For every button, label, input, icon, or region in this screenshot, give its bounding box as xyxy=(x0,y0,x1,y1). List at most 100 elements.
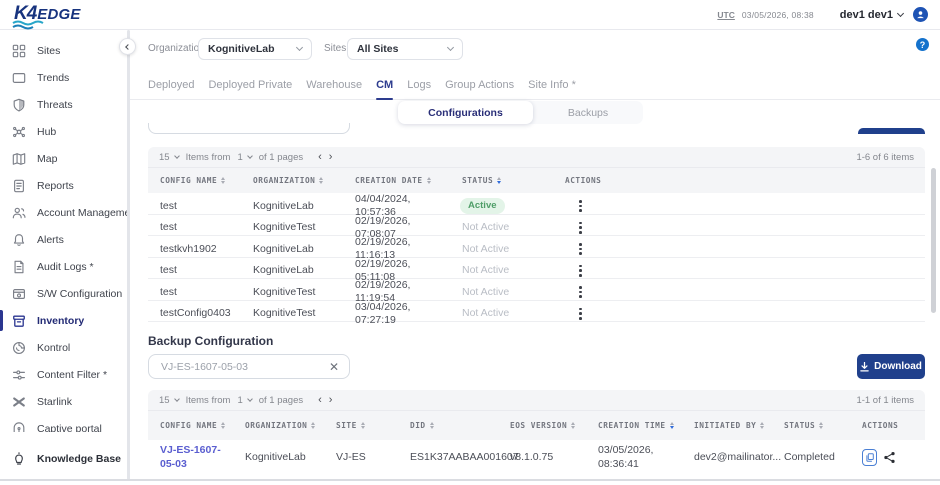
tab-deployed[interactable]: Deployed xyxy=(148,70,194,100)
copy-icon xyxy=(866,453,874,462)
chevron-down-icon xyxy=(247,153,253,159)
sidebar-item-label: Trends xyxy=(37,72,69,84)
cell-site: VJ-ES xyxy=(324,451,398,464)
sidebar-item-alerts[interactable]: Alerts xyxy=(0,226,127,253)
table-row[interactable]: VJ-ES-1607-05-03 KognitiveLab VJ-ES ES1K… xyxy=(148,440,925,475)
backup-search-input[interactable]: VJ-ES-1607-05-03 ✕ xyxy=(148,354,350,379)
row-actions-kebab-icon[interactable] xyxy=(579,308,582,320)
sort-icon xyxy=(427,177,431,185)
table-row[interactable]: test KognitiveTest 02/19/2026, 11:19:54 … xyxy=(148,279,925,301)
column-header-did[interactable]: DID xyxy=(398,421,498,430)
sort-icon xyxy=(319,177,323,185)
subtab-configurations[interactable]: Configurations xyxy=(398,101,533,124)
shield-icon xyxy=(11,97,26,112)
cell-config-name: testConfig0403 xyxy=(148,307,241,320)
tab-deployed-private[interactable]: Deployed Private xyxy=(208,70,292,100)
download-button[interactable]: Download xyxy=(857,354,925,379)
utc-toggle[interactable]: UTC xyxy=(717,10,734,20)
table-row[interactable]: test KognitiveLab 04/04/2024, 10:57:36 A… xyxy=(148,193,925,215)
config-name-link[interactable]: VJ-ES-1607-05-03 xyxy=(160,444,221,469)
page-size-select[interactable]: 15 xyxy=(159,395,179,406)
tab-warehouse[interactable]: Warehouse xyxy=(306,70,362,100)
cell-config-name: test xyxy=(148,264,241,277)
sites-value: All Sites xyxy=(357,43,398,55)
page-select[interactable]: 1 xyxy=(237,395,251,406)
sidebar-item-hub[interactable]: Hub xyxy=(0,118,127,145)
vertical-scrollbar-thumb[interactable] xyxy=(931,168,936,313)
subtab-backups[interactable]: Backups xyxy=(533,101,643,124)
sidebar-item-sites[interactable]: Sites xyxy=(0,37,127,64)
pages-label: of 1 pages xyxy=(259,395,303,406)
copy-button[interactable] xyxy=(862,449,877,466)
app-logo[interactable]: K4 EDGE xyxy=(14,4,81,25)
app-window: K4 EDGE UTC 03/05/2026, 08:38 dev1 dev1 xyxy=(0,0,940,485)
page-select[interactable]: 1 xyxy=(237,152,251,163)
column-header-organization[interactable]: ORGANIZATION xyxy=(233,421,324,430)
config-table-pagination: 15 Items from 1 of 1 pages ‹ › 1-6 of 6 … xyxy=(148,147,925,167)
row-actions-kebab-icon[interactable] xyxy=(579,243,582,255)
organization-select[interactable]: KognitiveLab xyxy=(198,38,312,60)
cell-organization: KognitiveTest xyxy=(241,221,343,234)
next-page-button[interactable]: › xyxy=(329,395,333,406)
next-page-button[interactable]: › xyxy=(329,152,333,163)
column-header-eos-version[interactable]: EOS VERSION xyxy=(498,421,586,430)
sidebar-item-account-management[interactable]: Account Management xyxy=(0,199,127,226)
user-avatar[interactable] xyxy=(913,7,928,22)
share-button[interactable] xyxy=(883,451,896,464)
sidebar-item-knowledge-base[interactable]: Knowledge Base xyxy=(0,438,127,480)
starlink-x-icon xyxy=(11,394,26,409)
prev-page-button[interactable]: ‹ xyxy=(318,152,322,163)
column-header-site[interactable]: SITE xyxy=(324,421,398,430)
column-header-creation-time[interactable]: CREATION TIME xyxy=(586,421,682,430)
column-header-initiated-by[interactable]: INITIATED BY xyxy=(682,421,772,430)
tab-cm[interactable]: CM xyxy=(376,70,393,100)
help-button[interactable]: ? xyxy=(916,38,929,51)
items-from-label: Items from xyxy=(186,152,231,163)
sidebar-item-map[interactable]: Map xyxy=(0,145,127,172)
sidebar-item-inventory[interactable]: Inventory xyxy=(0,307,127,334)
share-icon xyxy=(883,451,896,464)
table-row[interactable]: testkvh1902 KognitiveLab 02/19/2026, 11:… xyxy=(148,236,925,258)
column-header-status[interactable]: STATUS xyxy=(450,176,553,185)
tab-group-actions[interactable]: Group Actions xyxy=(445,70,514,100)
cell-config-name: test xyxy=(148,221,241,234)
clear-search-icon[interactable]: ✕ xyxy=(329,361,339,373)
user-menu-chevron-down-icon[interactable] xyxy=(897,9,904,16)
column-header-creation-date[interactable]: CREATION DATE xyxy=(343,176,450,185)
page-size-select[interactable]: 15 xyxy=(159,152,179,163)
sidebar-collapse-button[interactable] xyxy=(119,38,136,55)
sidebar-item-starlink[interactable]: Starlink xyxy=(0,388,127,415)
column-header-config-name[interactable]: CONFIG NAME xyxy=(148,421,233,430)
table-row[interactable]: test KognitiveLab 02/19/2026, 05:11:08 N… xyxy=(148,258,925,280)
sidebar-item-label: Knowledge Base xyxy=(37,453,121,465)
row-actions-kebab-icon[interactable] xyxy=(579,200,582,212)
sidebar-item-threats[interactable]: Threats xyxy=(0,91,127,118)
sidebar-item-captive-portal[interactable]: Captive portal xyxy=(0,415,127,432)
sidebar-item-content-filter[interactable]: Content Filter * xyxy=(0,361,127,388)
sites-select[interactable]: All Sites xyxy=(347,38,463,60)
sidebar-item-label: Kontrol xyxy=(37,342,70,354)
column-header-organization[interactable]: ORGANIZATION xyxy=(241,176,343,185)
sidebar-item-reports[interactable]: Reports xyxy=(0,172,127,199)
config-search-input-partial[interactable] xyxy=(148,123,350,135)
row-actions-kebab-icon[interactable] xyxy=(579,286,582,298)
row-actions-kebab-icon[interactable] xyxy=(579,222,582,234)
sidebar-item-trends[interactable]: Trends xyxy=(0,64,127,91)
row-actions-kebab-icon[interactable] xyxy=(579,265,582,277)
tab-logs[interactable]: Logs xyxy=(407,70,431,100)
sidebar-item-label: Account Management xyxy=(37,207,127,219)
tab-site-info[interactable]: Site Info * xyxy=(528,70,576,100)
column-header-config-name[interactable]: CONFIG NAME xyxy=(148,176,241,185)
cm-subtab-toggle: Configurations Backups xyxy=(398,101,643,124)
sidebar-item-kontrol[interactable]: Kontrol xyxy=(0,334,127,361)
sidebar-item-sw-configuration[interactable]: S/W Configuration xyxy=(0,280,127,307)
header-right-group: UTC 03/05/2026, 08:38 dev1 dev1 xyxy=(717,7,928,22)
prev-page-button[interactable]: ‹ xyxy=(318,395,322,406)
chevron-down-icon xyxy=(247,396,253,402)
config-primary-button-partial[interactable] xyxy=(858,128,925,134)
table-row[interactable]: testConfig0403 KognitiveTest 03/04/2026,… xyxy=(148,301,925,323)
sidebar-item-label: Sites xyxy=(37,45,60,57)
column-header-status[interactable]: STATUS xyxy=(772,421,850,430)
table-row[interactable]: test KognitiveTest 02/19/2026, 07:08:07 … xyxy=(148,215,925,237)
sidebar-item-audit-logs[interactable]: Audit Logs * xyxy=(0,253,127,280)
